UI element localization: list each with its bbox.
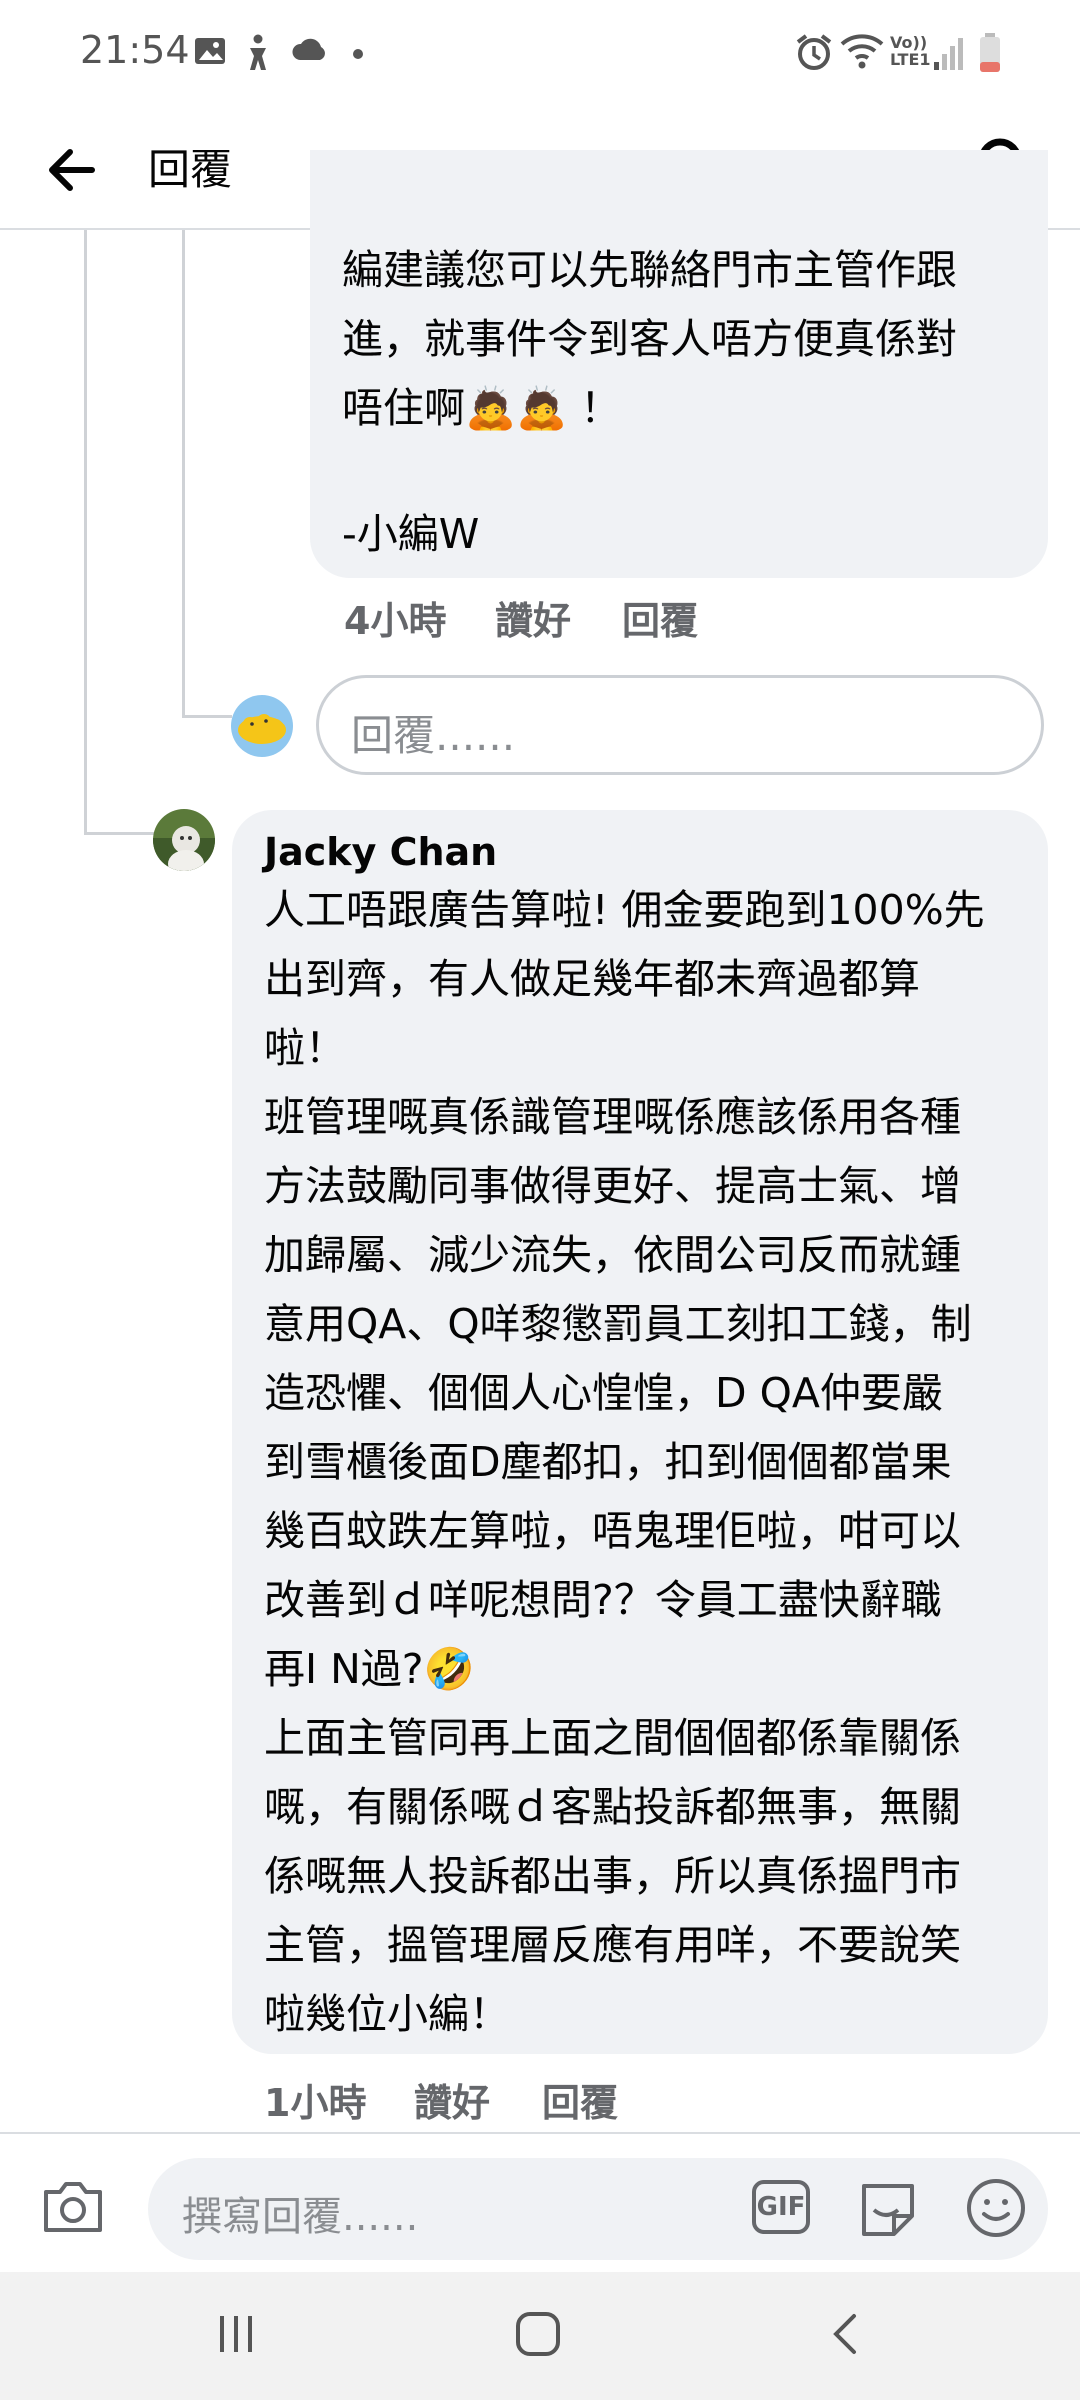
battery-icon (980, 33, 1000, 72)
bowing-emoji-icon: 🙇🙇 (465, 384, 568, 432)
cloud-icon (292, 38, 325, 60)
status-time: 21:54 (80, 28, 190, 72)
emoji-icon[interactable] (964, 2176, 1028, 2240)
gif-button[interactable]: GIF (752, 2180, 810, 2234)
thread-line-nested-branch (182, 715, 232, 718)
sticker-icon[interactable] (856, 2176, 920, 2240)
status-bar: 21:54 Vo)) LTE1 (0, 0, 1080, 110)
reply-bubble: 編建議您可以先聯絡門市主管作跟 進，就事件令到客人唔方便真係對 唔住啊🙇🙇 ！ … (310, 150, 1048, 578)
thread-line-nested (182, 230, 185, 718)
reply-signature: -小編W (342, 510, 480, 558)
dot-icon (353, 49, 363, 59)
page-title: 回覆 (148, 145, 233, 194)
wifi-icon (840, 34, 884, 69)
reply-input[interactable]: 回覆...... (316, 675, 1044, 775)
like-button[interactable]: 讚好 (414, 2072, 490, 2127)
back-nav-icon[interactable] (826, 2312, 866, 2356)
comment-timestamp: 1小時 (264, 2081, 367, 2125)
system-nav-bar (0, 2272, 1080, 2400)
gallery-icon (195, 38, 225, 64)
camera-icon[interactable] (40, 2178, 106, 2236)
alarm-icon (796, 34, 832, 70)
comment-bubble: Jacky Chan 人工唔跟廣告算啦! 佣金要跑到100%先 出到齊，有人做足… (232, 810, 1048, 2054)
reply-text: 編建議您可以先聯絡門市主管作跟 進，就事件令到客人唔方便真係對 唔住啊🙇🙇 ！ (342, 246, 957, 432)
composer-bar: 撰寫回覆...... GIF (0, 2132, 1080, 2274)
reply-timestamp: 4小時 (344, 599, 447, 643)
comment-author[interactable]: Jacky Chan (264, 830, 497, 874)
user-avatar (231, 695, 293, 757)
home-icon[interactable] (514, 2310, 562, 2358)
reply-button[interactable]: 回覆 (542, 2072, 618, 2127)
comment-text: 人工唔跟廣告算啦! 佣金要跑到100%先 出到齊，有人做足幾年都未齊過都算 啦！… (264, 886, 985, 2038)
thread-line-branch (84, 832, 154, 835)
thread-line-main (84, 230, 87, 835)
accessibility-icon (250, 34, 266, 70)
avatar (153, 809, 215, 871)
reply-button[interactable]: 回覆 (622, 590, 698, 645)
network-label: Vo)) LTE1 (890, 33, 931, 69)
compose-placeholder: 撰寫回覆...... (182, 2194, 419, 2240)
recent-apps-icon[interactable] (214, 2312, 258, 2356)
compose-input[interactable]: 撰寫回覆...... GIF (148, 2158, 1048, 2260)
reply-input-placeholder: 回覆...... (351, 711, 516, 760)
laughing-emoji-icon: 🤣 (423, 1645, 475, 1693)
arrow-left-icon[interactable] (42, 140, 102, 200)
like-button[interactable]: 讚好 (495, 590, 571, 645)
signal-icon (934, 38, 963, 70)
